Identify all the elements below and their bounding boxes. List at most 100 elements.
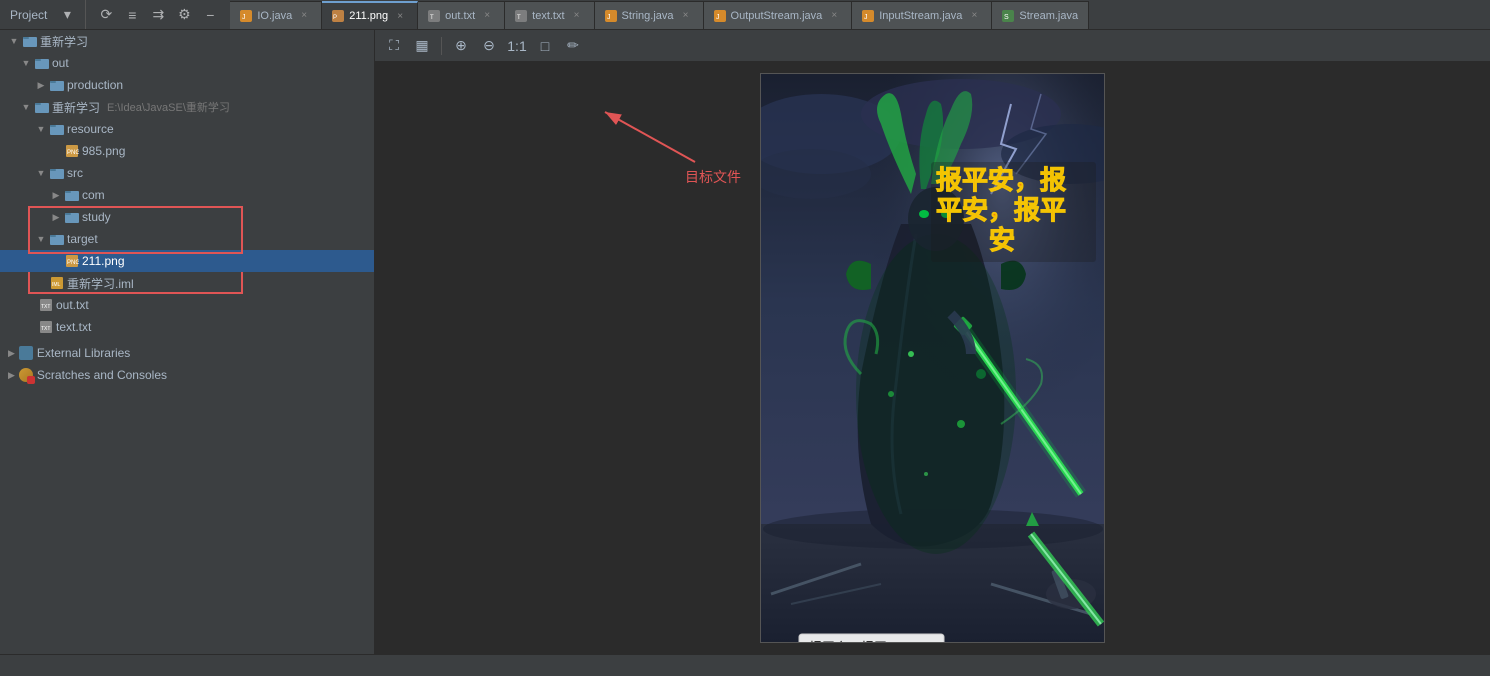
collapse-icon[interactable]: ▶ [8, 370, 15, 381]
tree-item-root[interactable]: ▼ 重新学习 [0, 30, 374, 52]
collapse-icon[interactable]: ▶ [50, 211, 62, 223]
expand-icon[interactable]: ▼ [35, 123, 47, 135]
chevron-down-icon[interactable]: ▾ [57, 5, 77, 25]
tree-item-out[interactable]: ▼ out [0, 52, 374, 74]
txt-file-icon: TXT [39, 298, 53, 312]
tab-label: String.java [622, 10, 674, 22]
tree-item-module[interactable]: ▼ 重新学习 E:\Idea\JavaSE\重新学习 [0, 96, 374, 118]
collapse-icon[interactable]: ▼ [8, 35, 20, 47]
folder-label: out [52, 56, 69, 70]
fit-window-icon[interactable]: □ [534, 35, 556, 57]
tab-close-text[interactable]: × [570, 9, 584, 23]
scratches-and-consoles-item[interactable]: ▶ Scratches and Consoles [0, 364, 374, 386]
folder-label: target [67, 232, 98, 246]
collapse-icon[interactable]: ▶ [50, 189, 62, 201]
file-label: 985.png [82, 144, 125, 158]
java-file-icon4: J [862, 10, 874, 22]
svg-text:目标文件: 目标文件 [685, 170, 741, 186]
expand-icon[interactable]: ▼ [20, 57, 32, 69]
tab-211-png[interactable]: P 211.png × [322, 1, 418, 29]
spacer [50, 145, 62, 157]
tab-out-txt[interactable]: T out.txt × [418, 1, 505, 29]
tree-item-985-png[interactable]: PNG 985.png [0, 140, 374, 162]
tab-close-outputstream[interactable]: × [827, 9, 841, 23]
tab-close-inputstream[interactable]: × [967, 9, 981, 23]
tab-bar-left: Project ▾ [4, 0, 86, 29]
zoom-out-icon[interactable]: ⊖ [478, 35, 500, 57]
png-file-icon: PNG [65, 254, 79, 268]
svg-text:安: 安 [989, 226, 1015, 255]
navigate-back-icon[interactable]: ⟳ [96, 5, 116, 25]
project-tree: ▼ 重新学习 ▼ out ▶ production ▼ 重新学习 E [0, 30, 374, 338]
collapse-icon[interactable]: ▶ [35, 79, 47, 91]
image-viewer: 目标文件 [375, 62, 1490, 654]
project-dropdown[interactable]: Project [4, 8, 53, 22]
java-file-icon: J [240, 10, 252, 22]
tree-item-study[interactable]: ▶ study [0, 206, 374, 228]
tree-item-relearn-iml[interactable]: IML 重新学习.iml [0, 272, 374, 294]
svg-text:IML: IML [52, 282, 61, 288]
tab-io-java[interactable]: J IO.java × [230, 1, 322, 29]
tab-close-string[interactable]: × [679, 9, 693, 23]
folder-icon [50, 78, 64, 92]
tab-label: Stream.java [1019, 10, 1078, 22]
tree-item-src[interactable]: ▼ src [0, 162, 374, 184]
folder-label: src [67, 166, 83, 180]
tab-outputstream-java[interactable]: J OutputStream.java × [704, 1, 853, 29]
txt-file-icon2: T [515, 10, 527, 22]
external-libraries-label: External Libraries [37, 346, 130, 360]
expand-icon[interactable]: ▼ [35, 167, 47, 179]
tree-item-resource[interactable]: ▼ resource [0, 118, 374, 140]
tab-label: IO.java [257, 10, 292, 22]
grid-icon[interactable]: ▦ [411, 35, 433, 57]
tab-stream-java[interactable]: S Stream.java [992, 1, 1089, 29]
folder-label: study [82, 210, 111, 224]
txt-file-icon: T [428, 10, 440, 22]
tree-item-text-txt[interactable]: TXT text.txt [0, 316, 374, 338]
svg-text:P: P [333, 15, 337, 21]
collapse-all-icon[interactable]: ≡ [122, 5, 142, 25]
svg-text:J: J [864, 14, 868, 21]
tree-item-target[interactable]: ▼ target [0, 228, 374, 250]
java-file-icon2: J [605, 10, 617, 22]
collapse-icon[interactable]: ▶ [8, 348, 15, 359]
tab-close-211[interactable]: × [393, 9, 407, 23]
folder-label: com [82, 188, 105, 202]
separator [441, 37, 442, 55]
iml-file-icon: IML [50, 276, 64, 290]
spacer [50, 255, 62, 267]
expand-icon[interactable]: ▼ [35, 233, 47, 245]
folder-icon [65, 188, 79, 202]
file-label: 211.png [82, 254, 125, 268]
settings-icon[interactable]: ⚙ [174, 5, 194, 25]
expand-all-icon[interactable]: ⇉ [148, 5, 168, 25]
editor-tabs: J IO.java × P 211.png × T out.txt × T te… [230, 0, 1486, 29]
ratio-1-1-icon[interactable]: 1:1 [506, 35, 528, 57]
color-picker-icon[interactable]: ✏ [562, 35, 584, 57]
svg-text:报平安，报平: 报平安，报平 [809, 640, 887, 643]
folder-label: resource [67, 122, 114, 136]
scratches-icon [19, 368, 33, 382]
iml-wrapper: IML 重新学习.iml [0, 272, 374, 294]
tree-item-211-png[interactable]: PNG 211.png [0, 250, 374, 272]
tab-text-txt[interactable]: T text.txt × [505, 1, 594, 29]
zoom-in-icon[interactable]: ⊕ [450, 35, 472, 57]
tab-close-io[interactable]: × [297, 9, 311, 23]
minimize-icon[interactable]: − [200, 5, 220, 25]
fit-page-icon[interactable]: ⛶ [383, 35, 405, 57]
tree-item-production[interactable]: ▶ production [0, 74, 374, 96]
tab-label: out.txt [445, 10, 475, 22]
folder-icon [65, 210, 79, 224]
preview-image: 报平安，报 平安，报平 安 报平安，报平 安，报平安 武庚纪 武庚纪 https… [760, 73, 1105, 643]
file-label: out.txt [56, 298, 89, 312]
tab-close-out[interactable]: × [480, 9, 494, 23]
folder-icon [35, 56, 49, 70]
tree-item-out-txt[interactable]: TXT out.txt [0, 294, 374, 316]
tree-item-com[interactable]: ▶ com [0, 184, 374, 206]
txt-file-icon2: TXT [39, 320, 53, 334]
expand-icon[interactable]: ▼ [20, 101, 32, 113]
java-file-icon5: S [1002, 10, 1014, 22]
external-libraries-item[interactable]: ▶ External Libraries [0, 342, 374, 364]
tab-inputstream-java[interactable]: J InputStream.java × [852, 1, 992, 29]
tab-string-java[interactable]: J String.java × [595, 1, 704, 29]
